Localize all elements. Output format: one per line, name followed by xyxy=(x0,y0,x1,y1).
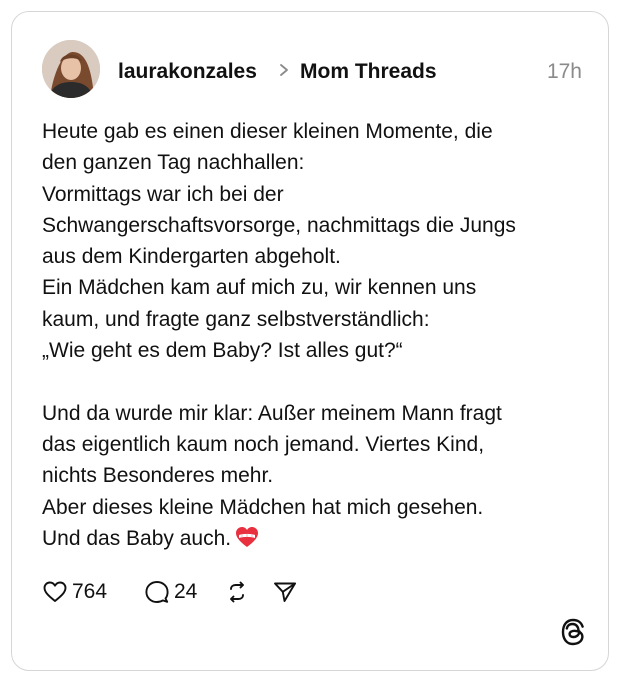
post-timestamp[interactable]: 17h xyxy=(547,60,582,84)
threads-logo-icon[interactable] xyxy=(560,618,586,646)
like-button[interactable]: 764 xyxy=(42,576,107,608)
author-name[interactable]: laurakonzales xyxy=(118,60,257,84)
post-text-line: nichts Besonderes mehr. xyxy=(42,464,274,488)
post-card: laurakonzales Mom Threads 17h Heute gab … xyxy=(11,11,609,671)
post-text-line: Schwangerschaftsvorsorge, nachmittags di… xyxy=(42,213,516,237)
like-count: 764 xyxy=(72,580,108,603)
repost-button[interactable] xyxy=(224,576,250,608)
post-text-line: Ein Mädchen kam auf mich zu, wir kennen … xyxy=(42,276,477,300)
comment-bubble-icon xyxy=(145,581,169,603)
post-text-line: Und da wurde mir klar: Außer meinem Mann… xyxy=(42,401,502,425)
post-text-line: Aber dieses kleine Mädchen hat mich gese… xyxy=(42,495,484,519)
reply-button[interactable]: 24 xyxy=(144,576,197,608)
avatar[interactable] xyxy=(42,40,100,98)
community-name[interactable]: Mom Threads xyxy=(300,60,437,84)
heart-icon xyxy=(43,581,67,602)
post-text-line: „Wie geht es dem Baby? Ist alles gut?“ xyxy=(42,339,403,363)
post-text-line: den ganzen Tag nachhallen: xyxy=(42,151,305,175)
chevron-right-icon xyxy=(280,64,288,76)
post-actions: 764 24 xyxy=(42,576,342,608)
post-text-line: das eigentlich kaum noch jemand. Viertes… xyxy=(42,432,485,456)
post-body: Heute gab es einen dieser kleinen Moment… xyxy=(42,116,582,554)
post-text-line: Und das Baby auch. xyxy=(42,526,232,550)
post-text-line: kaum, und fragte ganz selbstverständlich… xyxy=(42,307,430,331)
mending-heart-emoji xyxy=(236,526,259,547)
post-header: laurakonzales Mom Threads 17h xyxy=(42,40,582,100)
post-text-line: Vormittags war ich bei der xyxy=(42,182,284,206)
repost-icon xyxy=(230,581,244,603)
reply-count: 24 xyxy=(174,580,198,603)
share-button[interactable] xyxy=(272,576,298,608)
post-text-line: Heute gab es einen dieser kleinen Moment… xyxy=(42,120,493,143)
post-text-line: aus dem Kindergarten abgeholt. xyxy=(42,245,341,269)
post-text-line-last: Und das Baby auch. xyxy=(42,523,582,554)
send-icon xyxy=(274,582,296,602)
